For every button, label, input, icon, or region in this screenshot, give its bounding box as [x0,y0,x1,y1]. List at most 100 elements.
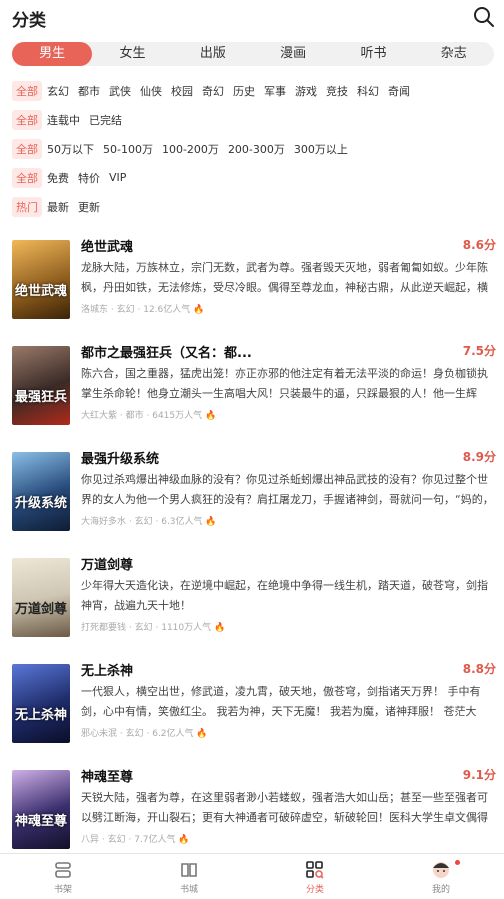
category-icon [306,861,324,879]
book-popularity: 12.6亿人气 [143,305,191,315]
tab-publish[interactable]: 出版 [173,42,253,66]
book-score: 8.9分 [462,450,496,464]
book-item[interactable]: 神魂至尊 神魂至尊 9.1分 天锐大陆，强者为尊，在这里弱者渺小若蝼蚁，强者浩大… [0,760,504,866]
nav-profile[interactable]: 我的 [378,854,504,899]
book-popularity: 7.7亿人气 [134,835,176,845]
cover-title: 绝世武魂 [14,284,67,299]
bottom-nav: 书架 书城 分类 我的 [0,853,504,899]
filter-chip[interactable]: 竞技 [326,83,348,99]
filter-row-category: 全部 玄幻 都市 武侠 仙侠 校园 奇幻 历史 军事 游戏 竞技 科幻 奇闻 [12,76,419,105]
book-cover: 升级系统 [12,452,70,531]
nav-bookstore[interactable]: 书城 [126,854,252,899]
filter-chip[interactable]: 热门 [12,196,42,217]
nav-label: 书城 [179,885,198,895]
book-genre: 玄幻 [134,623,153,633]
filter-chip[interactable]: 全部 [12,109,42,130]
nav-label: 书架 [53,885,72,895]
cover-title: 升级系统 [14,496,67,511]
cover-title: 万道剑尊 [14,602,67,617]
filter-chip[interactable]: 50-100万 [103,141,153,157]
book-cover: 万道剑尊 [12,558,70,637]
book-item[interactable]: 绝世武魂 绝世武魂 8.6分 龙脉大陆，万族林立，宗门无数，武者为尊。强者毁天灭… [0,230,504,336]
book-author: 大海好多水 [81,517,127,527]
book-description: 龙脉大陆，万族林立，宗门无数，武者为尊。强者毁天灭地，弱者匍匐如蚁。少年陈枫，丹… [81,261,488,294]
tab-male[interactable]: 男生 [12,42,93,66]
book-author: 洛城东 [81,305,109,315]
book-meta: 打死都要钱 · 玄幻 · 1110万人气 🔥 [81,623,226,633]
tab-magazine[interactable]: 杂志 [414,42,494,66]
filter-chip[interactable]: 免费 [47,170,69,186]
book-popularity: 1110万人气 [161,623,212,633]
header: 分类 [0,0,504,34]
notification-dot [455,860,460,865]
filter-chip[interactable]: 奇幻 [202,83,224,99]
filter-chip[interactable]: 全部 [12,80,42,101]
filter-panel: 全部 玄幻 都市 武侠 仙侠 校园 奇幻 历史 军事 游戏 竞技 科幻 奇闻 全… [12,76,419,221]
book-genre: 玄幻 [116,305,135,315]
filter-chip[interactable]: 100-200万 [162,141,219,157]
filter-chip[interactable]: 游戏 [295,83,317,99]
filter-chip[interactable]: 全部 [12,138,42,159]
book-popularity: 6.3亿人气 [161,517,203,527]
book-description: 天锐大陆，强者为尊，在这里弱者渺小若蝼蚁，强者浩大如山岳；甚至一些至强者可以劈江… [81,791,488,824]
filter-chip[interactable]: 仙侠 [140,83,162,99]
filter-chip[interactable]: 50万以下 [47,141,94,157]
book-meta: 大海好多水 · 玄幻 · 6.3亿人气 🔥 [81,517,217,527]
book-genre: 玄幻 [125,729,144,739]
book-item[interactable]: 最强狂兵 都市之最强狂兵（又名：都... 7.5分 陈六合，国之重器，猛虎出笼！… [0,336,504,442]
filter-chip[interactable]: 校园 [171,83,193,99]
book-genre: 玄幻 [107,835,126,845]
filter-chip[interactable]: 全部 [12,167,42,188]
tab-comic[interactable]: 漫画 [253,42,333,66]
book-item[interactable]: 万道剑尊 万道剑尊 少年得大天造化诀，在逆境中崛起，在绝境中争得一线生机，踏天道… [0,548,504,654]
book-popularity: 6.2亿人气 [152,729,194,739]
channel-tabs: 男生 女生 出版 漫画 听书 杂志 [12,42,494,66]
book-title: 都市之最强狂兵（又名：都... [81,346,252,361]
book-meta: 邪心未泯 · 玄幻 · 6.2亿人气 🔥 [81,729,208,739]
filter-chip[interactable]: 连载中 [47,112,80,128]
book-score: 9.1分 [462,768,496,782]
filter-chip[interactable]: 武侠 [109,83,131,99]
book-score: 7.5分 [462,344,496,358]
filter-chip[interactable]: 已完结 [89,112,122,128]
fire-icon: 🔥 [178,835,190,845]
fire-icon: 🔥 [196,729,208,739]
book-list: 绝世武魂 绝世武魂 8.6分 龙脉大陆，万族林立，宗门无数，武者为尊。强者毁天灭… [0,230,504,866]
filter-chip[interactable]: VIP [109,171,126,184]
book-meta: 洛城东 · 玄幻 · 12.6亿人气 🔥 [81,305,205,315]
nav-label: 我的 [431,885,450,895]
book-cover: 无上杀神 [12,664,70,743]
nav-bookshelf[interactable]: 书架 [0,854,126,899]
book-description: 一代狠人，横空出世，修武道，凌九霄，破天地，傲苍穹，剑指诸天万界！ 手中有剑，心… [81,685,481,718]
filter-chip[interactable]: 玄幻 [47,83,69,99]
book-description: 你见过杀鸡爆出神级血脉的没有？你见过杀蚯蚓爆出神品武技的没有？你见过整个世界的女… [81,473,494,506]
filter-row-status: 全部 连载中 已完结 [12,105,419,134]
filter-chip[interactable]: 军事 [264,83,286,99]
cover-title: 无上杀神 [14,708,67,723]
filter-chip[interactable]: 特价 [78,170,100,186]
cover-title: 最强狂兵 [14,390,67,405]
book-item[interactable]: 升级系统 最强升级系统 8.9分 你见过杀鸡爆出神级血脉的没有？你见过杀蚯蚓爆出… [0,442,504,548]
filter-chip[interactable]: 科幻 [357,83,379,99]
book-item[interactable]: 无上杀神 无上杀神 8.8分 一代狠人，横空出世，修武道，凌九霄，破天地，傲苍穹… [0,654,504,760]
book-cover: 最强狂兵 [12,346,70,425]
filter-chip[interactable]: 更新 [78,199,100,215]
filter-chip[interactable]: 200-300万 [228,141,285,157]
book-genre: 都市 [125,411,144,421]
filter-chip[interactable]: 都市 [78,83,100,99]
filter-chip[interactable]: 300万以上 [294,141,348,157]
tab-female[interactable]: 女生 [92,42,172,66]
filter-chip[interactable]: 最新 [47,199,69,215]
book-meta: 八异 · 玄幻 · 7.7亿人气 🔥 [81,835,190,845]
filter-chip[interactable]: 奇闻 [388,83,410,99]
bookshelf-icon [55,862,71,878]
filter-chip[interactable]: 历史 [233,83,255,99]
nav-category[interactable]: 分类 [252,854,378,899]
search-icon[interactable] [472,5,496,29]
book-author: 大红大紫 [81,411,118,421]
cover-title: 神魂至尊 [14,814,67,829]
fire-icon: 🔥 [193,305,205,315]
book-description: 少年得大天造化诀，在逆境中崛起，在绝境中争得一线生机，踏天道，破苍穹，剑指神宵，… [81,579,488,612]
book-meta: 大红大紫 · 都市 · 6415万人气 🔥 [81,411,217,421]
tab-audiobook[interactable]: 听书 [333,42,413,66]
